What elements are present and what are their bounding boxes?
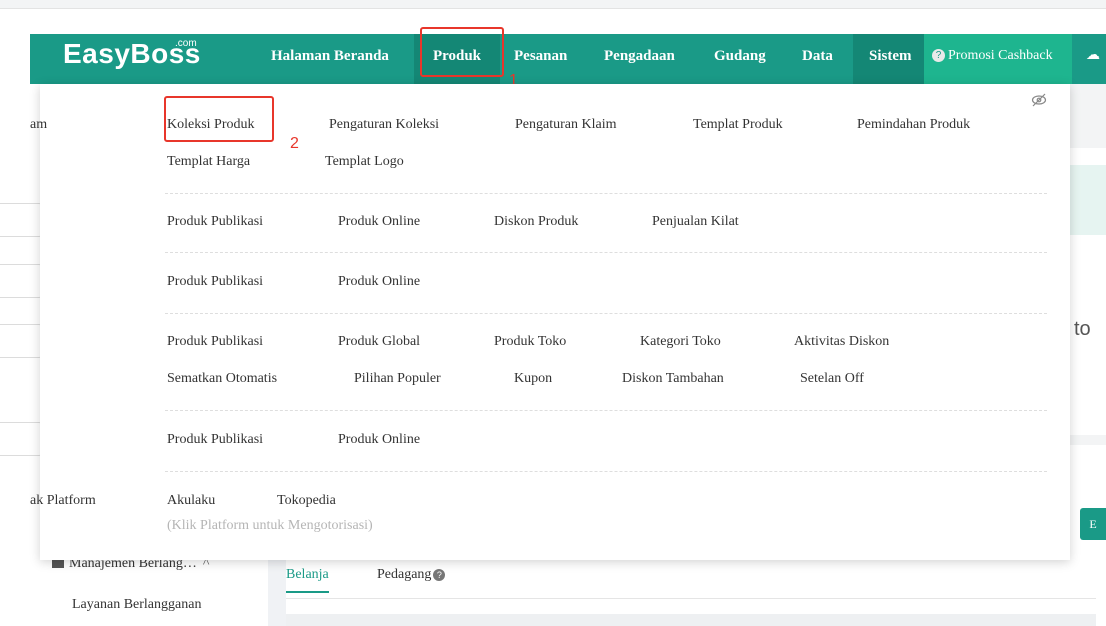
menu-templat-logo[interactable]: Templat Logo — [325, 154, 404, 170]
easyboss-logo[interactable]: EasyBoss .com — [63, 38, 201, 70]
bg-right-button[interactable]: E — [1080, 508, 1106, 540]
menu-produk-online[interactable]: Produk Online — [338, 432, 420, 448]
nav-data[interactable]: Data — [802, 34, 833, 84]
menu-divider — [165, 252, 1047, 253]
authorize-hint: (Klik Platform untuk Mengotorisasi) — [167, 518, 373, 533]
menu-produk-toko[interactable]: Produk Toko — [494, 334, 566, 350]
left-clipped-label: am — [30, 117, 48, 132]
cloud-icon[interactable]: ☁ — [1086, 34, 1100, 84]
menu-pemindahan-produk[interactable]: Pemindahan Produk — [857, 117, 970, 133]
table-header — [286, 614, 1096, 626]
produk-dropdown-menu: am Koleksi Produk Pengaturan Koleksi Pen… — [30, 84, 1070, 560]
nav-pengadaan[interactable]: Pengadaan — [604, 34, 675, 84]
menu-produk-publikasi[interactable]: Produk Publikasi — [167, 432, 263, 448]
bg-input-3[interactable] — [0, 324, 43, 358]
menu-templat-produk[interactable]: Templat Produk — [693, 117, 783, 133]
bg-right-highlight — [1070, 165, 1106, 235]
menu-pengaturan-klaim[interactable]: Pengaturan Klaim — [515, 117, 616, 133]
help-icon: ? — [433, 568, 446, 581]
menu-penjualan-kilat[interactable]: Penjualan Kilat — [652, 214, 739, 230]
menu-aktivitas-diskon[interactable]: Aktivitas Diskon — [794, 334, 889, 350]
nav-gudang[interactable]: Gudang — [714, 34, 766, 84]
bg-right-divider — [1070, 435, 1106, 445]
menu-setelan-off[interactable]: Setelan Off — [800, 371, 864, 387]
logo-suffix: .com — [175, 38, 197, 49]
nav-sistem[interactable]: Sistem — [853, 34, 933, 84]
menu-divider — [165, 410, 1047, 411]
annotation-box-produk — [420, 27, 504, 77]
menu-diskon-produk[interactable]: Diskon Produk — [494, 214, 578, 230]
tab-bar: Belanja Pedagang? — [286, 560, 1096, 599]
menu-sematkan-otomatis[interactable]: Sematkan Otomatis — [167, 371, 277, 387]
menu-produk-publikasi[interactable]: Produk Publikasi — [167, 274, 263, 290]
menu-divider — [165, 193, 1047, 194]
browser-top-strip — [0, 0, 1106, 9]
bg-right-text: to — [1074, 318, 1091, 340]
tab-pedagang[interactable]: Pedagang? — [377, 567, 446, 583]
nav-pesanan[interactable]: Pesanan — [514, 34, 567, 84]
menu-platform-akulaku[interactable]: Akulaku — [167, 493, 215, 509]
menu-produk-online[interactable]: Produk Online — [338, 214, 420, 230]
eye-off-icon[interactable] — [1031, 93, 1047, 107]
annotation-step-2: 2 — [290, 135, 299, 152]
promo-cashback[interactable]: ? Promosi Cashback — [924, 34, 1072, 84]
top-navbar: EasyBoss .com Halaman Beranda Produk Pes… — [30, 34, 1106, 84]
menu-produk-publikasi[interactable]: Produk Publikasi — [167, 214, 263, 230]
annotation-box-koleksi — [164, 96, 274, 142]
bg-input-1[interactable] — [0, 203, 43, 237]
menu-divider — [165, 313, 1047, 314]
menu-divider — [165, 471, 1047, 472]
menu-diskon-tambahan[interactable]: Diskon Tambahan — [622, 371, 724, 387]
menu-pengaturan-koleksi[interactable]: Pengaturan Koleksi — [329, 117, 439, 133]
menu-templat-harga[interactable]: Templat Harga — [167, 154, 250, 170]
help-icon: ? — [932, 49, 945, 63]
menu-kupon[interactable]: Kupon — [514, 371, 552, 387]
tab-belanja[interactable]: Belanja — [286, 567, 329, 593]
bg-right-strip — [1070, 84, 1106, 148]
bg-input-2[interactable] — [0, 264, 43, 298]
menu-produk-global[interactable]: Produk Global — [338, 334, 420, 350]
menu-produk-publikasi[interactable]: Produk Publikasi — [167, 334, 263, 350]
sidebar-item-layanan[interactable]: Layanan Berlangganan — [72, 597, 201, 613]
left-clipped-label: ak Platform — [30, 493, 96, 508]
menu-produk-online[interactable]: Produk Online — [338, 274, 420, 290]
bg-input-4[interactable] — [0, 422, 43, 456]
menu-platform-tokopedia[interactable]: Tokopedia — [277, 493, 336, 509]
promo-label: Promosi Cashback — [948, 48, 1053, 63]
nav-halaman-beranda[interactable]: Halaman Beranda — [271, 34, 389, 84]
menu-kategori-toko[interactable]: Kategori Toko — [640, 334, 721, 350]
menu-pilihan-populer[interactable]: Pilihan Populer — [354, 371, 441, 387]
tab-pedagang-label: Pedagang — [377, 567, 432, 582]
